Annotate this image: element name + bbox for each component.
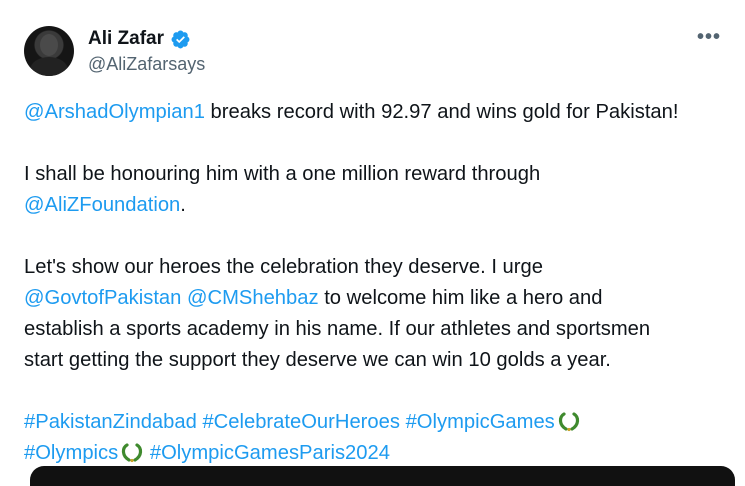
tweet-line: start getting the support they deserve w…	[24, 349, 611, 371]
mention-link[interactable]: @AliZFoundation	[24, 194, 180, 216]
text: .	[180, 194, 186, 216]
tweet-line: @AliZFoundation.	[24, 190, 736, 221]
olympic-wreath-emoji	[120, 441, 144, 463]
hashtag-line: #Olympics #OlympicGamesParis2024	[24, 438, 736, 469]
tweet-line: I shall be honouring him with a one mill…	[24, 163, 541, 185]
mention-link[interactable]: @ArshadOlympian1	[24, 101, 205, 123]
tweet-line: @GovtofPakistan @CMShehbaz to welcome hi…	[24, 283, 736, 314]
author-name-row: Ali Zafar	[88, 28, 191, 50]
tweet-line: establish a sports academy in his name. …	[24, 318, 651, 340]
tweet-media-preview[interactable]	[30, 466, 735, 486]
hashtag-link[interactable]: #CelebrateOurHeroes	[202, 411, 400, 433]
mention-link[interactable]: @CMShehbaz	[187, 287, 319, 309]
tweet-text: @ArshadOlympian1 breaks record with 92.9…	[24, 97, 736, 469]
verified-badge-icon	[170, 29, 191, 50]
avatar-face	[40, 34, 58, 56]
author-avatar[interactable]	[24, 26, 74, 76]
text: to welcome him like a hero and	[318, 287, 603, 309]
mention-link[interactable]: @GovtofPakistan	[24, 287, 181, 309]
tweet: Ali Zafar @AliZafarsays ••• @ArshadOlymp…	[0, 0, 745, 486]
hashtag-line: #PakistanZindabad #CelebrateOurHeroes #O…	[24, 407, 736, 438]
author-name[interactable]: Ali Zafar	[88, 28, 164, 50]
hashtag-link[interactable]: #OlympicGames	[406, 411, 555, 433]
more-options-icon[interactable]: •••	[697, 26, 721, 49]
author-handle[interactable]: @AliZafarsays	[88, 54, 205, 75]
avatar-shoulders	[30, 57, 68, 76]
hashtag-link[interactable]: #Olympics	[24, 442, 118, 464]
hashtag-link[interactable]: #PakistanZindabad	[24, 411, 197, 433]
hashtag-link[interactable]: #OlympicGamesParis2024	[150, 442, 390, 464]
tweet-line: @ArshadOlympian1 breaks record with 92.9…	[24, 97, 736, 128]
text: breaks record with 92.97 and wins gold f…	[204, 101, 679, 123]
olympic-wreath-emoji	[557, 410, 581, 432]
tweet-line: Let's show our heroes the celebration th…	[24, 256, 543, 278]
